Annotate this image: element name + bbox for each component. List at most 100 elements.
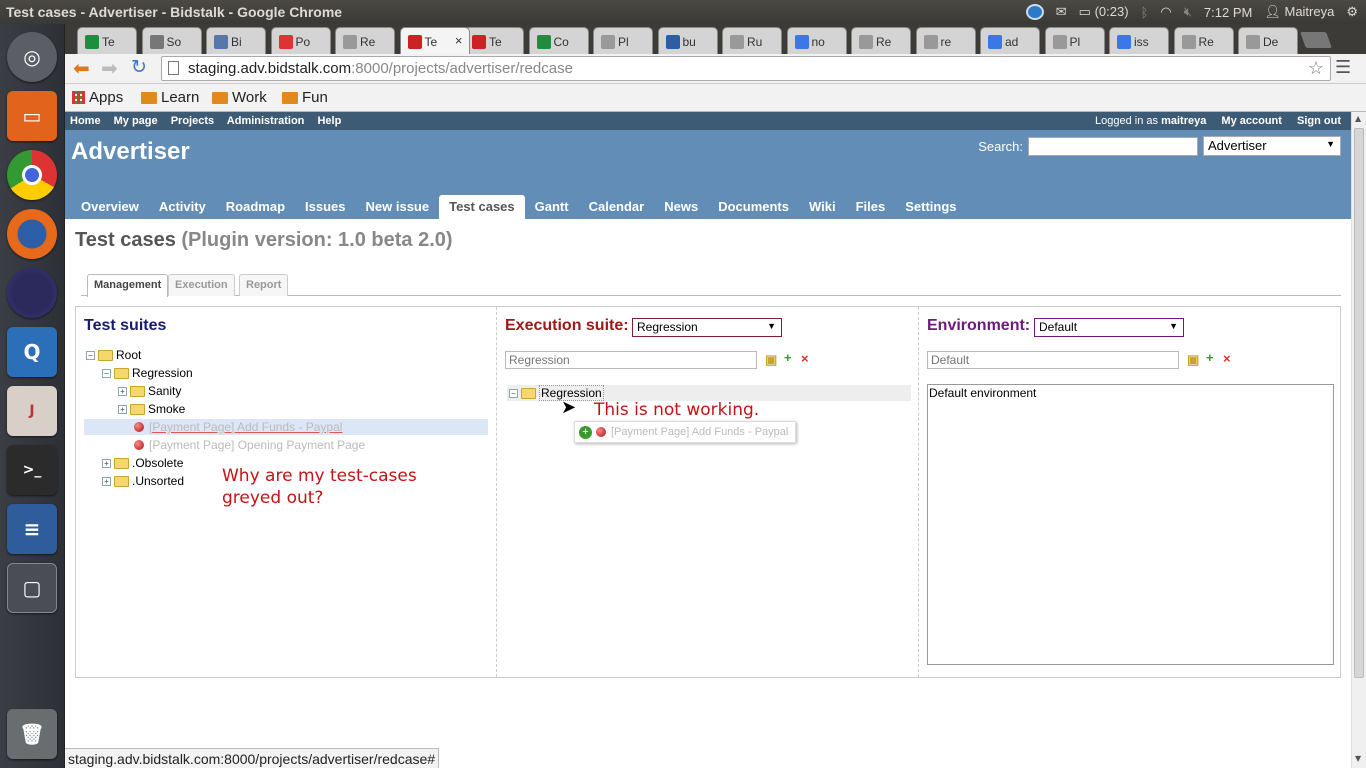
tree-node-smoke[interactable]: + Smoke <box>118 401 185 417</box>
browser-tab[interactable]: iss <box>1109 27 1169 54</box>
chrome-icon[interactable] <box>7 150 57 200</box>
tree-node-sanity[interactable]: + Sanity <box>118 383 181 399</box>
main-menu-roadmap[interactable]: Roadmap <box>216 195 295 219</box>
tree-node-execution-regression[interactable]: − Regression <box>509 385 604 401</box>
main-menu-new-issue[interactable]: New issue <box>356 195 440 219</box>
browser-tab[interactable]: Co <box>528 27 589 54</box>
delete-icon[interactable]: × <box>1223 351 1231 366</box>
tree-node-root[interactable]: − Root <box>86 347 141 363</box>
menu-help[interactable]: Help <box>317 115 341 127</box>
menu-sign-out[interactable]: Sign out <box>1297 115 1341 127</box>
expand-icon[interactable]: + <box>102 476 111 486</box>
main-menu-wiki[interactable]: Wiki <box>799 195 846 219</box>
volume-icon[interactable]: 🔇︎ <box>1184 4 1192 20</box>
main-menu-activity[interactable]: Activity <box>149 195 216 219</box>
browser-tab[interactable]: bu <box>657 27 718 54</box>
browser-tab[interactable]: So <box>141 27 202 54</box>
jmeter-icon[interactable]: J <box>7 386 57 436</box>
tree-node-case-opening[interactable]: [Payment Page] Opening Payment Page <box>134 437 365 453</box>
bluetooth-icon[interactable]: ᛒ <box>1141 5 1149 20</box>
environment-select[interactable]: Default ▼ <box>1034 318 1184 337</box>
apps-bookmark[interactable]: Apps <box>72 89 123 106</box>
new-tab-button[interactable] <box>1300 32 1332 48</box>
main-menu-issues[interactable]: Issues <box>295 195 355 219</box>
menu-home[interactable]: Home <box>70 115 101 127</box>
user-menu[interactable]: 👤︎ Maitreya <box>1264 4 1334 20</box>
browser-tab[interactable]: Bi <box>206 27 266 54</box>
browser-tab[interactable]: Re <box>851 27 911 54</box>
main-menu-calendar[interactable]: Calendar <box>579 195 655 219</box>
page-scrollbar[interactable]: ▲ ▼ <box>1351 112 1366 768</box>
tree-node-unsorted[interactable]: + .Unsorted <box>102 473 184 489</box>
chrome-menu-icon[interactable]: ☰ <box>1335 57 1351 78</box>
browser-tab[interactable]: Pl <box>1044 27 1105 54</box>
add-icon[interactable]: + <box>784 350 792 365</box>
collapse-icon[interactable]: − <box>102 368 111 378</box>
tab-execution[interactable]: Execution <box>168 274 235 296</box>
trash-icon[interactable]: 🗑︎ <box>7 709 57 759</box>
mail-icon[interactable]: ✉ <box>1056 4 1067 20</box>
browser-tab[interactable]: Pl <box>593 27 653 54</box>
chat-app-icon[interactable]: Q <box>7 327 57 377</box>
menu-administration[interactable]: Administration <box>227 115 305 127</box>
battery-indicator[interactable]: ▭ (0:23) <box>1079 4 1129 20</box>
main-menu-documents[interactable]: Documents <box>708 195 799 219</box>
menu-my-account[interactable]: My account <box>1221 115 1282 127</box>
main-menu-settings[interactable]: Settings <box>895 195 966 219</box>
browser-tab[interactable]: Po <box>270 27 331 54</box>
search-input[interactable] <box>1028 136 1198 156</box>
workspace-switcher-icon[interactable]: ▢ <box>7 563 57 613</box>
logged-in-user[interactable]: maitreya <box>1161 115 1206 127</box>
expand-icon[interactable]: + <box>102 458 111 468</box>
tree-node-regression[interactable]: − Regression <box>102 365 193 381</box>
tab-report[interactable]: Report <box>239 274 289 296</box>
clock[interactable]: 7:12 PM <box>1204 5 1252 20</box>
browser-tab[interactable]: Te <box>464 27 524 54</box>
execution-suite-name-input[interactable] <box>505 351 757 369</box>
bookmark-work[interactable]: Work <box>212 89 267 106</box>
browser-tab[interactable]: no <box>786 27 847 54</box>
eclipse-icon[interactable] <box>7 268 57 318</box>
scroll-down-icon[interactable]: ▼ <box>1355 754 1361 763</box>
main-menu-files[interactable]: Files <box>846 195 896 219</box>
environment-name-input[interactable] <box>927 351 1179 369</box>
browser-tab[interactable]: Re <box>1173 27 1234 54</box>
collapse-icon[interactable]: − <box>509 388 518 398</box>
firefox-icon[interactable] <box>7 209 57 259</box>
browser-tab[interactable]: ad <box>980 27 1040 54</box>
execution-suite-select[interactable]: Regression ▼ <box>632 318 782 337</box>
save-icon[interactable]: ▣ <box>1187 352 1199 368</box>
address-bar[interactable]: staging.adv.bidstalk.com:8000/projects/a… <box>161 56 1331 81</box>
delete-icon[interactable]: × <box>801 351 809 366</box>
browser-tab[interactable]: De <box>1238 27 1298 54</box>
reload-icon[interactable]: ↻ <box>131 56 147 78</box>
main-menu-news[interactable]: News <box>654 195 708 219</box>
browser-tab[interactable]: Ru <box>722 27 782 54</box>
chat-icon[interactable] <box>1025 4 1044 20</box>
expand-icon[interactable]: + <box>118 404 127 414</box>
back-icon[interactable]: ⬅ <box>73 56 90 80</box>
terminal-icon[interactable]: >_ <box>7 445 57 495</box>
browser-tab[interactable]: Re <box>335 27 395 54</box>
settings-gear-icon[interactable]: ⚙ <box>1346 4 1358 20</box>
save-icon[interactable]: ▣ <box>765 352 777 368</box>
browser-tab[interactable]: Te <box>77 27 137 54</box>
browser-tab[interactable]: Te × <box>399 27 470 54</box>
main-menu-test-cases[interactable]: Test cases <box>439 195 525 219</box>
menu-projects[interactable]: Projects <box>171 115 214 127</box>
expand-icon[interactable]: + <box>118 386 127 396</box>
files-icon[interactable]: ▭ <box>7 91 57 141</box>
main-menu-overview[interactable]: Overview <box>71 195 149 219</box>
forward-icon[interactable]: ➡ <box>101 56 118 80</box>
tab-management[interactable]: Management <box>87 274 169 297</box>
browser-tab[interactable]: re <box>915 27 976 54</box>
tree-node-case-add-funds[interactable]: [Payment Page] Add Funds - Paypal <box>84 419 488 435</box>
menu-my-page[interactable]: My page <box>114 115 158 127</box>
ubuntu-dash-icon[interactable]: ◎ <box>7 32 57 82</box>
tab-close-icon[interactable]: × <box>455 33 463 48</box>
scroll-up-icon[interactable]: ▲ <box>1355 114 1361 123</box>
wifi-icon[interactable]: ◠ <box>1160 4 1171 20</box>
bookmark-star-icon[interactable]: ☆ <box>1308 58 1324 79</box>
main-menu-gantt[interactable]: Gantt <box>525 195 579 219</box>
scroll-thumb[interactable] <box>1354 128 1364 678</box>
